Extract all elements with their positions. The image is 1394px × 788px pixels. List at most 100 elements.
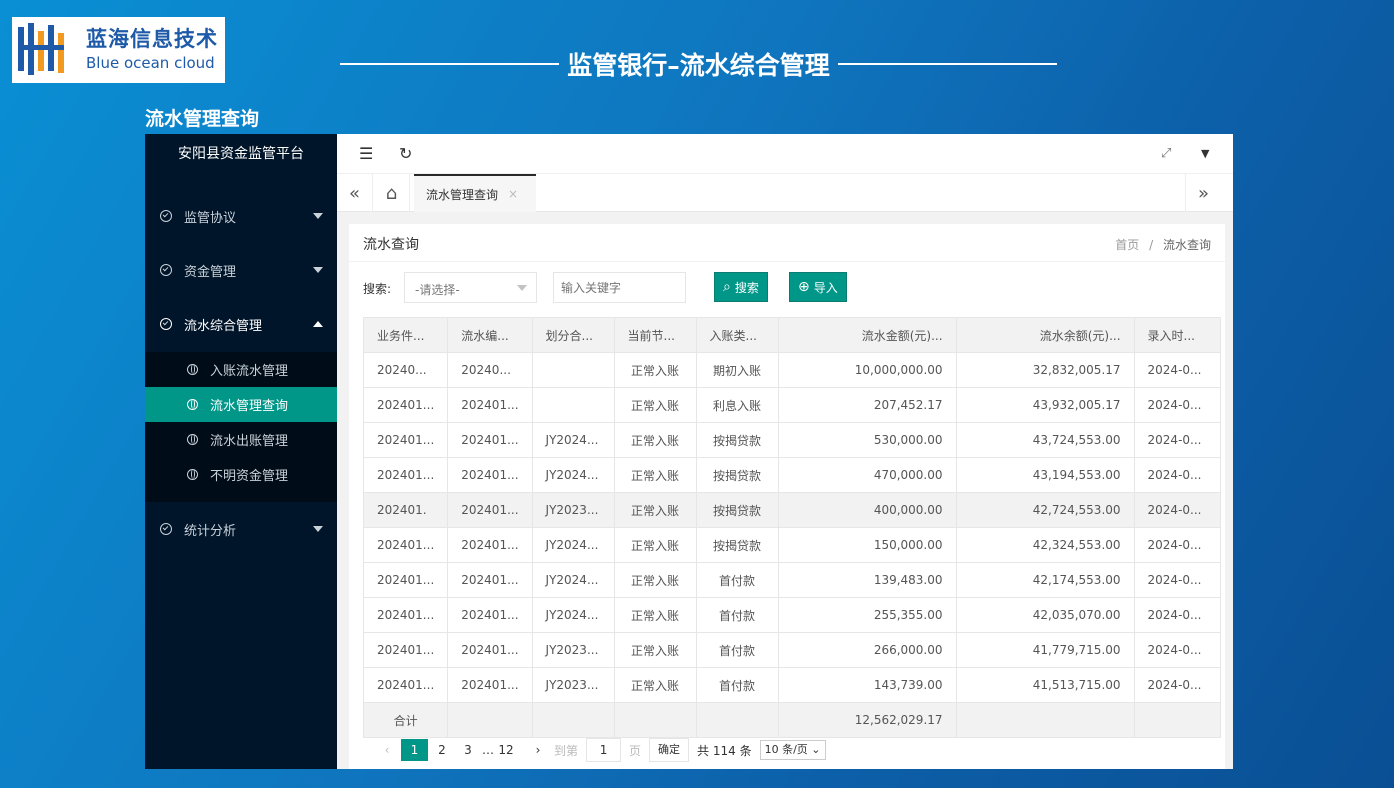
prev-page-button[interactable]: ‹	[375, 739, 399, 761]
tabs-scroll-left-icon[interactable]: «	[337, 174, 373, 212]
table-cell: 2024-0...	[1133, 457, 1221, 493]
breadcrumb-home[interactable]: 首页	[1115, 238, 1139, 252]
table-cell: 139,483.00	[777, 562, 957, 598]
table-row[interactable]: 202401... 202401... JY2024... 正常入账 首付款 139,48…	[362, 562, 1221, 598]
table-cell: 202401...	[447, 422, 533, 458]
table-cell: JY2024...	[531, 562, 615, 598]
sidebar-item-incoming-flow[interactable]: 入账流水管理	[145, 352, 337, 387]
dropdown-caret-icon[interactable]: ▼	[1201, 147, 1209, 160]
table-cell: 202401...	[447, 387, 533, 423]
caret-down-icon	[313, 526, 323, 532]
table-row[interactable]: 202401... 202401... JY2024... 正常入账 按揭贷款 530,0…	[362, 422, 1221, 458]
sidebar-menu-label: 资金管理	[184, 264, 237, 280]
table-cell: 42,035,070.00	[955, 597, 1135, 633]
tabs-scroll-right-icon[interactable]: »	[1185, 174, 1221, 212]
goto-confirm-button[interactable]: 确定	[649, 738, 690, 762]
column-header[interactable]: 流水编...	[447, 317, 533, 353]
table-cell: 143,739.00	[777, 667, 957, 703]
table-cell: 202401...	[447, 492, 533, 528]
table-cell: JY2024...	[531, 422, 615, 458]
column-header[interactable]: 划分合...	[531, 317, 615, 353]
check-circle-icon	[160, 210, 172, 222]
download-circle-icon: ⊕	[798, 279, 810, 295]
page-button-last[interactable]: 12	[494, 739, 518, 761]
table-row[interactable]: 20240... 20240... 正常入账 期初入账 10,000,000.00 32,…	[362, 352, 1221, 388]
table-cell: 43,932,005.17	[955, 387, 1135, 423]
logo-english-name: Blue ocean cloud	[86, 54, 215, 72]
table-cell: 首付款	[695, 667, 779, 703]
card-header: 流水查询 首页 / 流水查询	[349, 224, 1225, 262]
filter-select[interactable]: -请选择-	[404, 272, 537, 303]
table-cell: 20240...	[362, 352, 449, 388]
tab-flow-query[interactable]: 流水管理查询 ×	[414, 174, 536, 212]
sidebar-item-unknown-funds[interactable]: 不明资金管理	[145, 457, 337, 492]
table-cell: JY2024...	[531, 527, 615, 563]
table-cell: 202401...	[362, 457, 449, 493]
globe-icon	[187, 399, 198, 410]
column-header[interactable]: 流水金额(元)...	[777, 317, 957, 353]
menu-fold-icon[interactable]: ☰	[359, 144, 373, 163]
table-cell	[955, 702, 1135, 738]
table-cell: 43,724,553.00	[955, 422, 1135, 458]
table-cell: JY2023...	[531, 667, 615, 703]
sidebar-menu-statistics[interactable]: 统计分析	[145, 509, 337, 549]
table-cell: 400,000.00	[777, 492, 957, 528]
sidebar-menu-fund-management[interactable]: 资金管理	[145, 250, 337, 290]
table-cell: 202401...	[362, 527, 449, 563]
page-button-3[interactable]: 3	[456, 739, 480, 761]
tab-close-icon[interactable]: ×	[508, 187, 518, 201]
column-header[interactable]: 录入时...	[1133, 317, 1221, 353]
search-button[interactable]: ⌕ 搜索	[714, 272, 768, 302]
sidebar-menu-label: 流水综合管理	[184, 318, 263, 334]
table-row[interactable]: 202401... 202401... 正常入账 利息入账 207,452.17 43,9…	[362, 387, 1221, 423]
table-cell: 2024-0...	[1133, 632, 1221, 668]
refresh-icon[interactable]: ↻	[399, 144, 412, 163]
breadcrumb-current: 流水查询	[1162, 238, 1211, 252]
flow-query-card: 流水查询 首页 / 流水查询 搜索: -请选择- ⌕ 搜索 ⊕ 导入	[349, 224, 1225, 769]
table-cell: 2024-0...	[1133, 352, 1221, 388]
fullscreen-icon[interactable]: ⤢	[1161, 146, 1171, 161]
column-header[interactable]: 入账类...	[695, 317, 779, 353]
table-cell: 正常入账	[613, 597, 697, 633]
next-page-button[interactable]: ›	[526, 739, 550, 761]
banner-title: 监管银行–流水综合管理	[340, 44, 1058, 84]
table-cell: 2024-0...	[1133, 492, 1221, 528]
table-row[interactable]: 202401... 202401... JY2024... 正常入账 按揭贷款 470,0…	[362, 457, 1221, 493]
table-row[interactable]: 202401... 202401... JY2023... 正常入账 首付款 143,73…	[362, 667, 1221, 703]
table-cell: 按揭贷款	[695, 492, 779, 528]
search-icon: ⌕	[723, 279, 731, 295]
column-header[interactable]: 流水余额(元)...	[955, 317, 1135, 353]
table-cell: 正常入账	[613, 632, 697, 668]
table-cell: 202401...	[447, 632, 533, 668]
table-cell: 202401...	[447, 527, 533, 563]
sidebar-menu-supervision-agreement[interactable]: 监管协议	[145, 196, 337, 236]
table-row[interactable]: 202401. 202401... JY2023... 正常入账 按揭贷款 400,000…	[362, 492, 1221, 528]
table-cell: JY2024...	[531, 597, 615, 633]
table-cell: 202401...	[362, 597, 449, 633]
table-row[interactable]: 202401... 202401... JY2024... 正常入账 首付款 255,35…	[362, 597, 1221, 633]
table-cell	[531, 387, 615, 423]
column-header[interactable]: 业务件...	[362, 317, 449, 353]
keyword-input[interactable]	[553, 272, 686, 303]
table-cell	[531, 702, 615, 738]
sidebar-item-flow-query[interactable]: 流水管理查询	[145, 387, 337, 422]
import-button[interactable]: ⊕ 导入	[789, 272, 847, 302]
table-cell: 202401...	[447, 457, 533, 493]
table-cell: 207,452.17	[777, 387, 957, 423]
table-row[interactable]: 202401... 202401... JY2023... 正常入账 首付款 266,00…	[362, 632, 1221, 668]
home-tab-icon[interactable]: ⌂	[374, 174, 410, 212]
page-button-2[interactable]: 2	[430, 739, 454, 761]
goto-page-input[interactable]: 1	[586, 738, 622, 762]
table-cell	[447, 702, 533, 738]
table-cell: 42,174,553.00	[955, 562, 1135, 598]
goto-label: 到第	[554, 743, 579, 758]
sidebar-item-outgoing-flow[interactable]: 流水出账管理	[145, 422, 337, 457]
table-header-row: 业务件... 流水编... 划分合... 当前节... 入账类... 流水金额(…	[362, 317, 1221, 353]
table-cell: 41,779,715.00	[955, 632, 1135, 668]
page-size-select[interactable]: 10 条/页 ⌄	[759, 740, 826, 760]
column-header[interactable]: 当前节...	[613, 317, 697, 353]
globe-icon	[187, 364, 198, 375]
page-button-1[interactable]: 1	[401, 739, 428, 761]
sidebar-menu-flow-management[interactable]: 流水综合管理	[145, 304, 337, 344]
table-row[interactable]: 202401... 202401... JY2024... 正常入账 按揭贷款 150,0…	[362, 527, 1221, 563]
